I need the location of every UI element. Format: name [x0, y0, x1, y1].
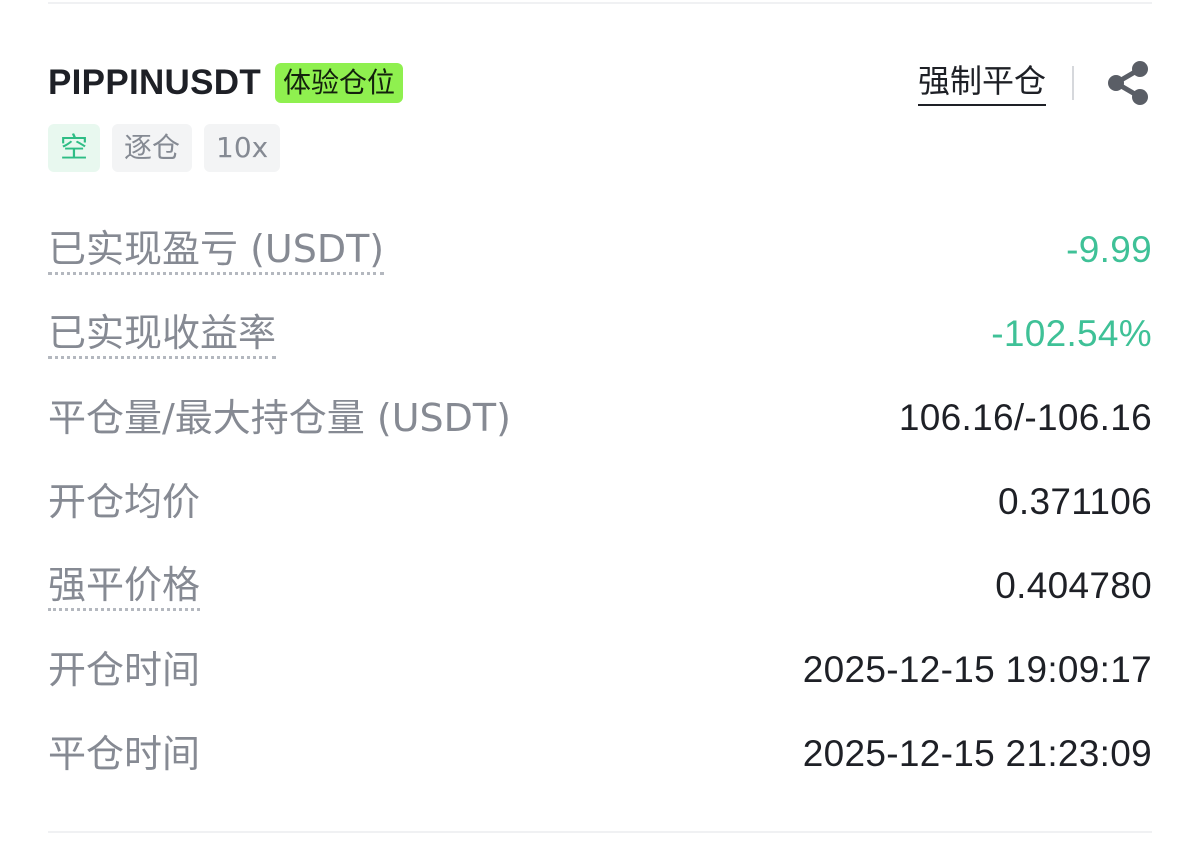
close-vs-max-value: 106.16/-106.16: [898, 397, 1152, 438]
liq-price-value: 0.404780: [995, 565, 1152, 606]
top-divider: [48, 2, 1152, 4]
realized-pnl-label[interactable]: 已实现盈亏 (USDT): [48, 226, 385, 275]
trial-position-badge: 体验仓位: [275, 63, 404, 103]
detail-row-close-time: 平仓时间 2025-12-15 21:23:09: [48, 712, 1152, 796]
share-icon: [1108, 61, 1148, 105]
open-time-label: 开仓时间: [48, 648, 201, 692]
detail-row-close-vs-max: 平仓量/最大持仓量 (USDT) 106.16/-106.16: [48, 376, 1152, 460]
detail-row-liq-price: 强平价格 0.404780: [48, 544, 1152, 628]
detail-row-avg-entry: 开仓均价 0.371106: [48, 460, 1152, 544]
bottom-divider: [48, 831, 1152, 833]
margin-mode-tag: 逐仓: [112, 124, 193, 172]
realized-roi-label[interactable]: 已实现收益率: [48, 310, 277, 359]
detail-row-open-time: 开仓时间 2025-12-15 19:09:17: [48, 628, 1152, 712]
force-close-button[interactable]: 强制平仓: [917, 61, 1046, 106]
header-actions: 强制平仓: [917, 59, 1152, 107]
side-tag: 空: [48, 124, 101, 172]
realized-roi-value: -102.54%: [991, 313, 1152, 354]
avg-entry-value: 0.371106: [998, 481, 1152, 522]
symbol-title: PIPPINUSDT: [48, 63, 262, 102]
share-button[interactable]: [1104, 59, 1152, 107]
position-details: 已实现盈亏 (USDT) -9.99 已实现收益率 -102.54% 平仓量/最…: [48, 208, 1152, 796]
header-separator: [1072, 66, 1074, 100]
position-tags: 空 逐仓 10x: [48, 124, 281, 172]
close-time-value: 2025-12-15 21:23:09: [802, 733, 1152, 774]
detail-row-realized-pnl: 已实现盈亏 (USDT) -9.99: [48, 208, 1152, 292]
avg-entry-label: 开仓均价: [48, 480, 201, 524]
realized-pnl-value: -9.99: [1066, 229, 1152, 270]
detail-row-realized-roi: 已实现收益率 -102.54%: [48, 292, 1152, 376]
open-time-value: 2025-12-15 19:09:17: [802, 649, 1152, 690]
close-time-label: 平仓时间: [48, 732, 201, 776]
close-vs-max-label: 平仓量/最大持仓量 (USDT): [48, 396, 511, 440]
leverage-tag: 10x: [204, 124, 281, 172]
liq-price-label[interactable]: 强平价格: [48, 562, 201, 611]
position-header: PIPPINUSDT 体验仓位 强制平仓: [48, 58, 1152, 108]
